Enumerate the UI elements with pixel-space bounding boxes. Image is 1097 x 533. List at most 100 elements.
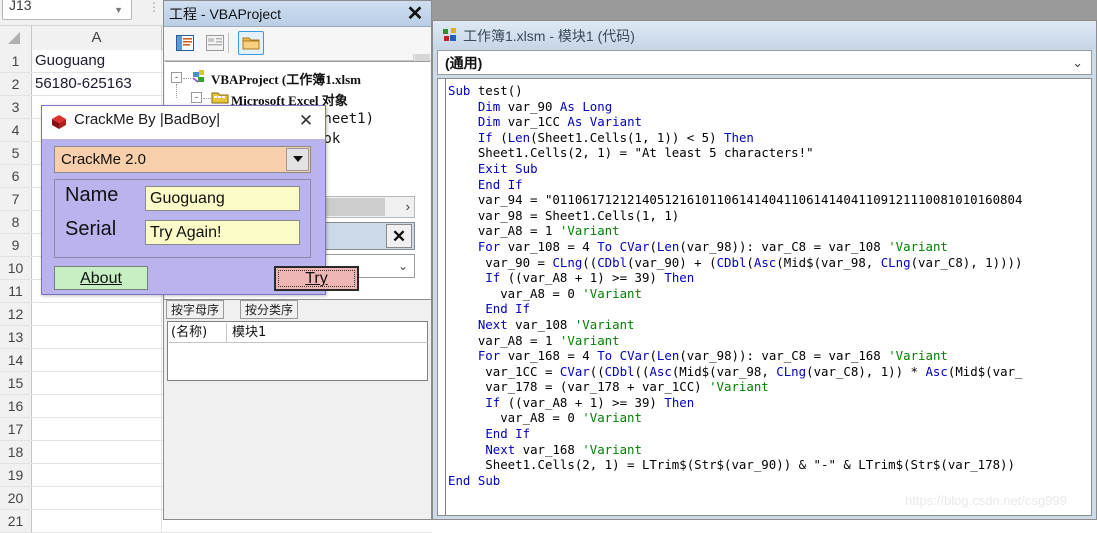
code-line: For var_108 = 4 To CVar(Len(var_98)): va… [477, 238, 948, 254]
cell-a2[interactable]: 56180-625163 [32, 73, 162, 95]
chevron-down-icon [293, 156, 303, 162]
row-header[interactable]: 3 [0, 96, 32, 118]
properties-tabs: 按字母序 按分类序 [164, 300, 431, 320]
row-header[interactable]: 8 [0, 211, 32, 233]
crackme-title: CrackMe By |BadBoy| [74, 111, 221, 128]
code-line: Dim var_90 As Long [477, 98, 613, 114]
row-header[interactable]: 20 [0, 487, 32, 509]
code-line: var_A8 = 1 'Variant [448, 223, 620, 239]
code-line: If (Len(Sheet1.Cells(1, 1)) < 5) Then [477, 129, 754, 145]
cell-a16[interactable] [32, 395, 162, 417]
drag-dots-icon: ⋮ [148, 0, 160, 14]
watermark-text: https://blog.csdn.net/csg999 [905, 493, 1067, 508]
view-code-button[interactable] [172, 31, 198, 55]
version-dropdown[interactable]: CrackMe 2.0 [54, 146, 311, 173]
tree-expander-excel-objects[interactable]: - [191, 92, 202, 103]
cell-a18[interactable] [32, 441, 162, 463]
tree-node-root[interactable]: VBAProject (工作簿1.xlsm [211, 69, 361, 88]
row-header[interactable]: 12 [0, 303, 32, 325]
close-icon[interactable]: ✕ [386, 224, 412, 248]
row-header[interactable]: 18 [0, 441, 32, 463]
row-header[interactable]: 21 [0, 510, 32, 532]
select-all-corner[interactable] [0, 26, 32, 50]
cell-a14[interactable] [32, 349, 162, 371]
row-header[interactable]: 1 [0, 50, 32, 72]
name-box[interactable]: J13 ▼ [2, 0, 132, 20]
cell-a1[interactable]: Guoguang [32, 50, 162, 72]
cell-a12[interactable] [32, 303, 162, 325]
code-line: Sheet1.Cells(2, 1) = LTrim$(Str$(var_90)… [448, 457, 1015, 473]
red-cube-icon [52, 115, 66, 129]
crackme-titlebar[interactable]: CrackMe By |BadBoy| ✕ [42, 106, 325, 139]
about-button[interactable]: About [54, 266, 148, 290]
chevron-down-icon[interactable]: ⌄ [1072, 55, 1083, 71]
properties-panel: 按字母序 按分类序 (名称) 模块1 [163, 300, 432, 520]
code-editor[interactable]: Sub test() Dim var_90 As Long Dim var_1C… [437, 78, 1092, 516]
tree-expander-root[interactable]: - [171, 72, 182, 83]
dropdown-button[interactable] [286, 148, 309, 171]
toggle-folders-button[interactable] [238, 31, 264, 55]
select-all-triangle-icon [8, 32, 20, 44]
chevron-down-icon[interactable]: ⌄ [398, 259, 408, 273]
chevron-down-icon[interactable]: ▼ [114, 5, 123, 15]
row-header[interactable]: 7 [0, 188, 32, 210]
property-name: (名称) [169, 323, 227, 342]
code-line: End If [485, 426, 531, 442]
close-icon[interactable]: ✕ [403, 2, 427, 26]
code-line: End If [485, 301, 531, 317]
row-header[interactable]: 16 [0, 395, 32, 417]
cell-a13[interactable] [32, 326, 162, 348]
code-line: Exit Sub [477, 160, 538, 176]
code-line: var_90 = CLng((CDbl(var_90) + (CDbl(Asc(… [448, 254, 1023, 270]
name-box-value: J13 [9, 0, 32, 13]
serial-input[interactable]: Try Again! [145, 220, 300, 245]
cell-a15[interactable] [32, 372, 162, 394]
cell-a21[interactable] [32, 510, 162, 532]
row-header[interactable]: 19 [0, 464, 32, 486]
name-label: Name [65, 184, 119, 206]
code-text[interactable]: Sub test() Dim var_90 As Long Dim var_1C… [448, 83, 1091, 488]
row-header[interactable]: 4 [0, 119, 32, 141]
tree-connector [183, 78, 191, 79]
row-header[interactable]: 17 [0, 418, 32, 440]
vba-module-icon [443, 28, 456, 41]
column-header-a[interactable]: A [32, 26, 162, 50]
tab-categorized[interactable]: 按分类序 [240, 300, 299, 319]
property-value[interactable]: 模块1 [229, 323, 266, 342]
row-header[interactable]: 5 [0, 142, 32, 164]
code-window-frame: 工作簿1.xlsm - 模块1 (代码) (通用) ⌄ Sub test() D… [433, 21, 1096, 519]
code-line: var_94 = "011061712121405121610110614140… [448, 192, 1023, 208]
row-header[interactable]: 11 [0, 280, 32, 302]
code-line: var_1CC = CVar((CDbl((Asc(Mid$(var_98, C… [448, 363, 1023, 379]
cell-a19[interactable] [32, 464, 162, 486]
code-line: If ((var_A8 + 1) >= 39) Then [485, 394, 695, 410]
row-header[interactable]: 2 [0, 73, 32, 95]
code-window-titlebar[interactable]: 工作簿1.xlsm - 模块1 (代码) [433, 21, 1096, 49]
row-header[interactable]: 6 [0, 165, 32, 187]
close-icon[interactable]: ✕ [295, 110, 317, 132]
properties-grid[interactable]: (名称) 模块1 [167, 321, 428, 381]
code-window-title: 工作簿1.xlsm - 模块1 (代码) [463, 28, 635, 44]
scroll-right-icon[interactable]: › [406, 199, 410, 214]
cell-a20[interactable] [32, 487, 162, 509]
name-input[interactable]: Guoguang [145, 186, 300, 211]
project-explorer-toolbar: ▼ [164, 27, 431, 87]
row-header[interactable]: 14 [0, 349, 32, 371]
row-header[interactable]: 9 [0, 234, 32, 256]
code-line: Next var_108 'Variant [477, 316, 635, 332]
code-line: Sheet1.Cells(2, 1) = "At least 5 charact… [448, 145, 814, 161]
procedure-dropdown[interactable]: (通用) ⌄ [437, 50, 1092, 75]
row-header[interactable]: 15 [0, 372, 32, 394]
row-header[interactable]: 13 [0, 326, 32, 348]
cell-a17[interactable] [32, 418, 162, 440]
view-object-button[interactable] [202, 31, 228, 55]
row-header[interactable]: 10 [0, 257, 32, 279]
tree-connector [176, 84, 177, 98]
project-explorer-titlebar[interactable]: 工程 - VBAProject ✕ [164, 1, 431, 27]
tab-alphabetic[interactable]: 按字母序 [166, 300, 225, 319]
table-row[interactable]: (名称) 模块1 [169, 323, 428, 343]
code-window: 工作簿1.xlsm - 模块1 (代码) (通用) ⌄ Sub test() D… [432, 20, 1097, 520]
try-button[interactable]: Try [274, 266, 359, 291]
folder-icon [242, 37, 260, 50]
code-line: End If [477, 176, 523, 192]
